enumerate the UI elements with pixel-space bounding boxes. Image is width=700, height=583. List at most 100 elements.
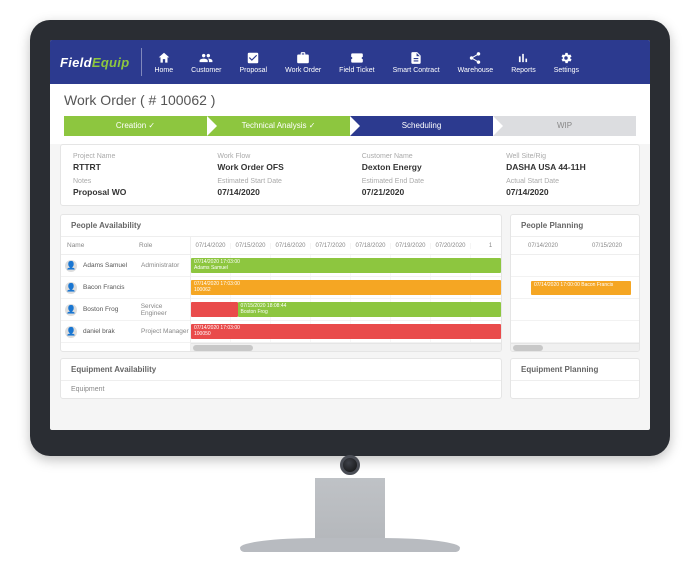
nav-smart-contract[interactable]: Smart Contract — [385, 49, 448, 76]
info-card: Project NameRTTRT Work Flow Work Order OF… — [60, 144, 640, 206]
nav-customer[interactable]: Customer — [183, 49, 229, 76]
gantt-bar[interactable]: 07/14/2020 17:03:00100062 — [191, 280, 501, 295]
step-scheduling[interactable]: Scheduling — [350, 116, 493, 136]
nav-home[interactable]: Home — [146, 49, 181, 76]
equipment-planning-panel: Equipment Planning — [510, 358, 640, 399]
brand-equip: Equip — [92, 55, 130, 70]
briefcase-icon — [296, 51, 310, 65]
nav-settings[interactable]: Settings — [546, 49, 587, 76]
person-row[interactable]: 👤Boston FrogService Engineer — [61, 299, 190, 321]
gantt-bar[interactable]: 07/14/2020 17:03:00Adams Samuel — [191, 258, 501, 273]
scrollbar-thumb[interactable] — [193, 345, 253, 351]
gantt-right[interactable]: 07/14/202007/15/202007/16/202007/17/2020… — [191, 237, 501, 351]
panel-title: People Availability — [61, 215, 501, 237]
label: Work Flow — [217, 153, 351, 160]
value: Dexton Energy — [362, 162, 496, 172]
brand-logo[interactable]: FieldEquip — [60, 55, 129, 70]
check-square-icon — [246, 51, 260, 65]
gantt-bar[interactable]: 07/15/2020 18:08:44Boston Frog — [238, 302, 502, 317]
date-header: 07/16/2020 — [271, 243, 311, 249]
nav-label: Warehouse — [458, 67, 494, 74]
nav-label: Home — [154, 67, 173, 74]
date-header: 07/20/2020 — [431, 243, 471, 249]
avatar-icon: 👤 — [65, 304, 77, 316]
nav-proposal[interactable]: Proposal — [231, 49, 275, 76]
plan-row — [511, 321, 639, 343]
person-name: daniel brak — [81, 328, 137, 335]
nav-label: Settings — [554, 67, 579, 74]
est-start-field: Estimated Start Date 07/14/2020 — [217, 178, 351, 197]
label: Notes — [73, 178, 207, 185]
label: Estimated Start Date — [217, 178, 351, 185]
project-name-field: Project NameRTTRT — [73, 153, 207, 172]
monitor-neck — [315, 478, 385, 538]
col-role: Role — [133, 242, 158, 249]
value: 07/14/2020 — [217, 187, 351, 197]
value: Proposal WO — [73, 187, 207, 197]
monitor-camera — [340, 455, 360, 475]
label: Actual Start Date — [506, 178, 627, 185]
date-header: 07/15/2020 — [231, 243, 271, 249]
plan-date: 07/14/2020 — [511, 243, 575, 249]
monitor-base — [240, 538, 460, 552]
horizontal-scrollbar[interactable] — [191, 343, 501, 351]
value: DASHA USA 44-11H — [506, 162, 627, 172]
panel-title: Equipment Planning — [511, 359, 639, 381]
home-icon — [157, 51, 171, 65]
avatar-icon: 👤 — [65, 282, 77, 294]
est-end-field: Estimated End Date07/21/2020 — [362, 178, 496, 197]
people-availability-panel: People Availability NameRole 👤Adams Samu… — [60, 214, 502, 352]
gantt-bar[interactable] — [191, 302, 238, 317]
divider — [141, 48, 142, 76]
date-header: 07/19/2020 — [391, 243, 431, 249]
step-label: Scheduling — [402, 121, 442, 130]
people-planning-panel: People Planning 07/14/202007/15/2020 07/… — [510, 214, 640, 352]
chart-icon — [516, 51, 530, 65]
nav-field-ticket[interactable]: Field Ticket — [331, 49, 382, 76]
nav-reports[interactable]: Reports — [503, 49, 544, 76]
person-name: Bacon Francis — [81, 284, 137, 291]
step-label: Technical Analysis ✓ — [242, 121, 316, 130]
value: 07/14/2020 — [506, 187, 627, 197]
gantt-bar-row: 07/14/2020 17:03:00100050 — [191, 321, 501, 343]
step-label: WIP — [557, 121, 572, 130]
progress-stepper: Creation ✓ Technical Analysis ✓ Scheduli… — [50, 116, 650, 144]
person-row[interactable]: 👤 daniel brakProject Manager — [61, 321, 190, 343]
person-name: Adams Samuel — [81, 262, 137, 269]
person-name: Boston Frog — [81, 306, 137, 313]
person-role: Project Manager — [137, 328, 189, 335]
nav-label: Reports — [511, 67, 536, 74]
step-technical-analysis[interactable]: Technical Analysis ✓ — [207, 116, 350, 136]
date-header: 07/17/2020 — [311, 243, 351, 249]
col-name: Name — [61, 242, 133, 249]
avatar-icon: 👤 — [65, 326, 77, 338]
plan-row: 07/14/2020 17:00:00 Bacon Francis — [511, 277, 639, 299]
step-wip[interactable]: WIP — [493, 116, 636, 136]
act-start-field: Actual Start Date 07/14/2020 — [506, 178, 627, 197]
person-row[interactable]: 👤 Bacon Francis — [61, 277, 190, 299]
person-role: Administrator — [137, 262, 179, 269]
person-row[interactable]: 👤Adams SamuelAdministrator — [61, 255, 190, 277]
value: Work Order OFS — [217, 162, 351, 172]
document-icon — [409, 51, 423, 65]
nav-warehouse[interactable]: Warehouse — [450, 49, 502, 76]
nav-work-order[interactable]: Work Order — [277, 49, 329, 76]
nav-label: Proposal — [239, 67, 267, 74]
plan-date: 07/15/2020 — [575, 243, 639, 249]
scrollbar-thumb[interactable] — [513, 345, 543, 351]
plan-row — [511, 255, 639, 277]
date-header: 1 — [471, 243, 501, 249]
step-creation[interactable]: Creation ✓ — [64, 116, 207, 136]
date-header: 07/18/2020 — [351, 243, 391, 249]
availability-gantt: NameRole 👤Adams SamuelAdministrator👤Baco… — [61, 237, 501, 351]
ticket-icon — [350, 51, 364, 65]
app-screen: FieldEquip Home Customer Proposal Work O… — [50, 40, 650, 430]
navbar: FieldEquip Home Customer Proposal Work O… — [50, 40, 650, 84]
gantt-bar[interactable]: 07/14/2020 17:03:00100050 — [191, 324, 501, 339]
horizontal-scrollbar[interactable] — [511, 343, 639, 351]
nav-label: Customer — [191, 67, 221, 74]
panel-title: People Planning — [511, 215, 639, 237]
plan-row — [511, 299, 639, 321]
share-icon — [468, 51, 482, 65]
plan-bar[interactable]: 07/14/2020 17:00:00 Bacon Francis — [531, 281, 631, 295]
